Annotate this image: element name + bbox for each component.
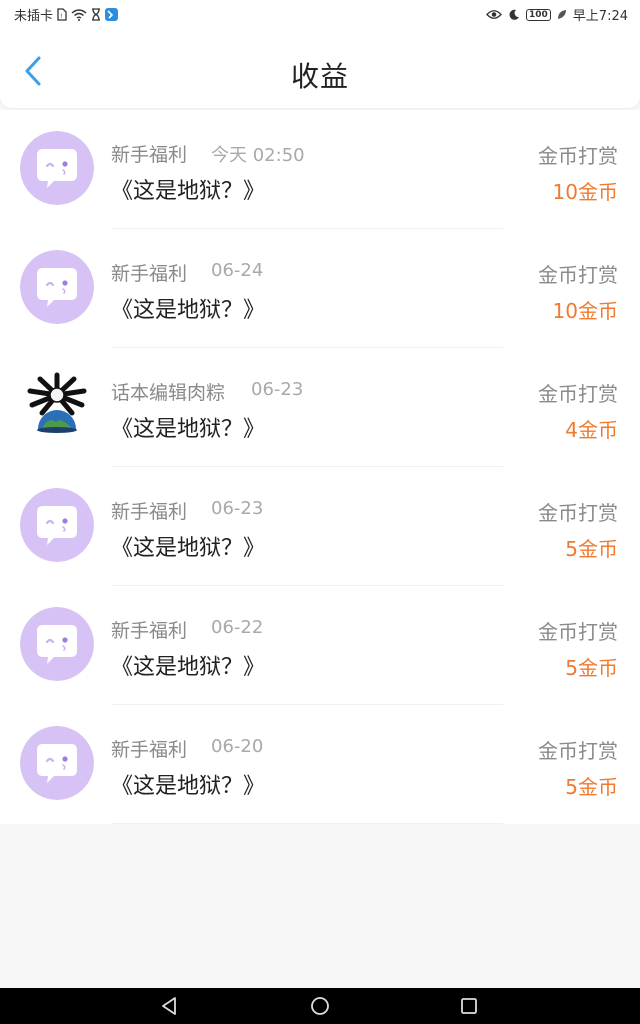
page-title: 收益 <box>290 60 349 93</box>
status-right: 100 早上7:24 <box>486 5 628 24</box>
reward-type: 金币打赏 <box>538 382 618 406</box>
reward-amount: 4金币 <box>565 418 618 442</box>
home-circle-icon[interactable] <box>308 994 332 1018</box>
bot-avatar-icon <box>20 131 94 205</box>
book-title: 《这是地狱？》 <box>111 417 266 442</box>
sender-name: 新手福利 <box>111 501 188 523</box>
avatar <box>20 607 94 681</box>
list-item[interactable]: 话本编辑肉粽 06-23 《这是地狱？》 金币打赏 4金币 <box>0 348 640 467</box>
carrier-text: 未插卡 <box>14 9 54 24</box>
page-header: 收益 <box>0 28 640 108</box>
item-date: 06-22 <box>211 617 264 638</box>
sender-name: 话本编辑肉粽 <box>111 382 226 404</box>
sender-name: 新手福利 <box>111 620 188 642</box>
reward-amount: 10金币 <box>552 299 618 323</box>
list-item[interactable]: 新手福利 今天 02:50 《这是地狱？》 金币打赏 10金币 <box>0 110 640 229</box>
bot-avatar-icon <box>20 488 94 562</box>
reward-type: 金币打赏 <box>538 263 618 287</box>
bot-avatar-icon <box>20 607 94 681</box>
avatar <box>20 488 94 562</box>
bot-avatar-icon <box>20 726 94 800</box>
avatar <box>20 726 94 800</box>
book-title: 《这是地狱？》 <box>111 774 266 799</box>
eye-icon <box>486 9 502 20</box>
reward-amount: 10金币 <box>552 180 618 204</box>
avatar <box>20 369 94 443</box>
app-notification-icon <box>105 8 119 21</box>
reward-amount: 5金币 <box>565 775 618 799</box>
item-date: 今天 02:50 <box>211 145 305 166</box>
moon-icon <box>508 9 520 21</box>
book-title: 《这是地狱？》 <box>111 179 266 204</box>
recents-square-icon[interactable] <box>457 994 481 1018</box>
system-nav-bar <box>0 988 640 1024</box>
list-item[interactable]: 新手福利 06-20 《这是地狱？》 金币打赏 5金币 <box>0 705 640 824</box>
book-title: 《这是地狱？》 <box>111 298 266 323</box>
reward-amount: 5金币 <box>565 656 618 680</box>
book-title: 《这是地狱？》 <box>111 655 266 680</box>
reward-amount: 5金币 <box>565 537 618 561</box>
hourglass-icon <box>91 8 101 21</box>
status-bar: 未插卡 ! 100 早上7:24 <box>0 0 640 28</box>
svg-text:!: ! <box>60 13 62 20</box>
wifi-icon <box>71 8 87 21</box>
bot-avatar-icon <box>20 250 94 324</box>
book-title: 《这是地狱？》 <box>111 536 266 561</box>
earth-avatar-icon <box>20 369 94 443</box>
reward-type: 金币打赏 <box>538 144 618 168</box>
sender-name: 新手福利 <box>111 144 188 166</box>
avatar <box>20 250 94 324</box>
item-date: 06-24 <box>211 260 264 281</box>
list-item[interactable]: 新手福利 06-23 《这是地狱？》 金币打赏 5金币 <box>0 467 640 586</box>
reward-type: 金币打赏 <box>538 620 618 644</box>
battery-icon: 100 <box>526 8 551 21</box>
back-triangle-icon[interactable] <box>158 994 182 1018</box>
avatar <box>20 131 94 205</box>
item-date: 06-23 <box>251 379 304 400</box>
leaf-icon <box>557 9 567 20</box>
earnings-list: 新手福利 今天 02:50 《这是地狱？》 金币打赏 10金币 新手福利 06-… <box>0 110 640 824</box>
clock-text: 早上7:24 <box>572 9 628 24</box>
sender-name: 新手福利 <box>111 739 188 761</box>
status-left: 未插卡 ! <box>14 5 119 24</box>
item-date: 06-20 <box>211 736 264 757</box>
item-date: 06-23 <box>211 498 264 519</box>
reward-type: 金币打赏 <box>538 501 618 525</box>
divider <box>111 823 503 824</box>
list-item[interactable]: 新手福利 06-22 《这是地狱？》 金币打赏 5金币 <box>0 586 640 705</box>
sim-card-icon: ! <box>57 8 67 21</box>
sender-name: 新手福利 <box>111 263 188 285</box>
reward-type: 金币打赏 <box>538 739 618 763</box>
list-item[interactable]: 新手福利 06-24 《这是地狱？》 金币打赏 10金币 <box>0 229 640 348</box>
